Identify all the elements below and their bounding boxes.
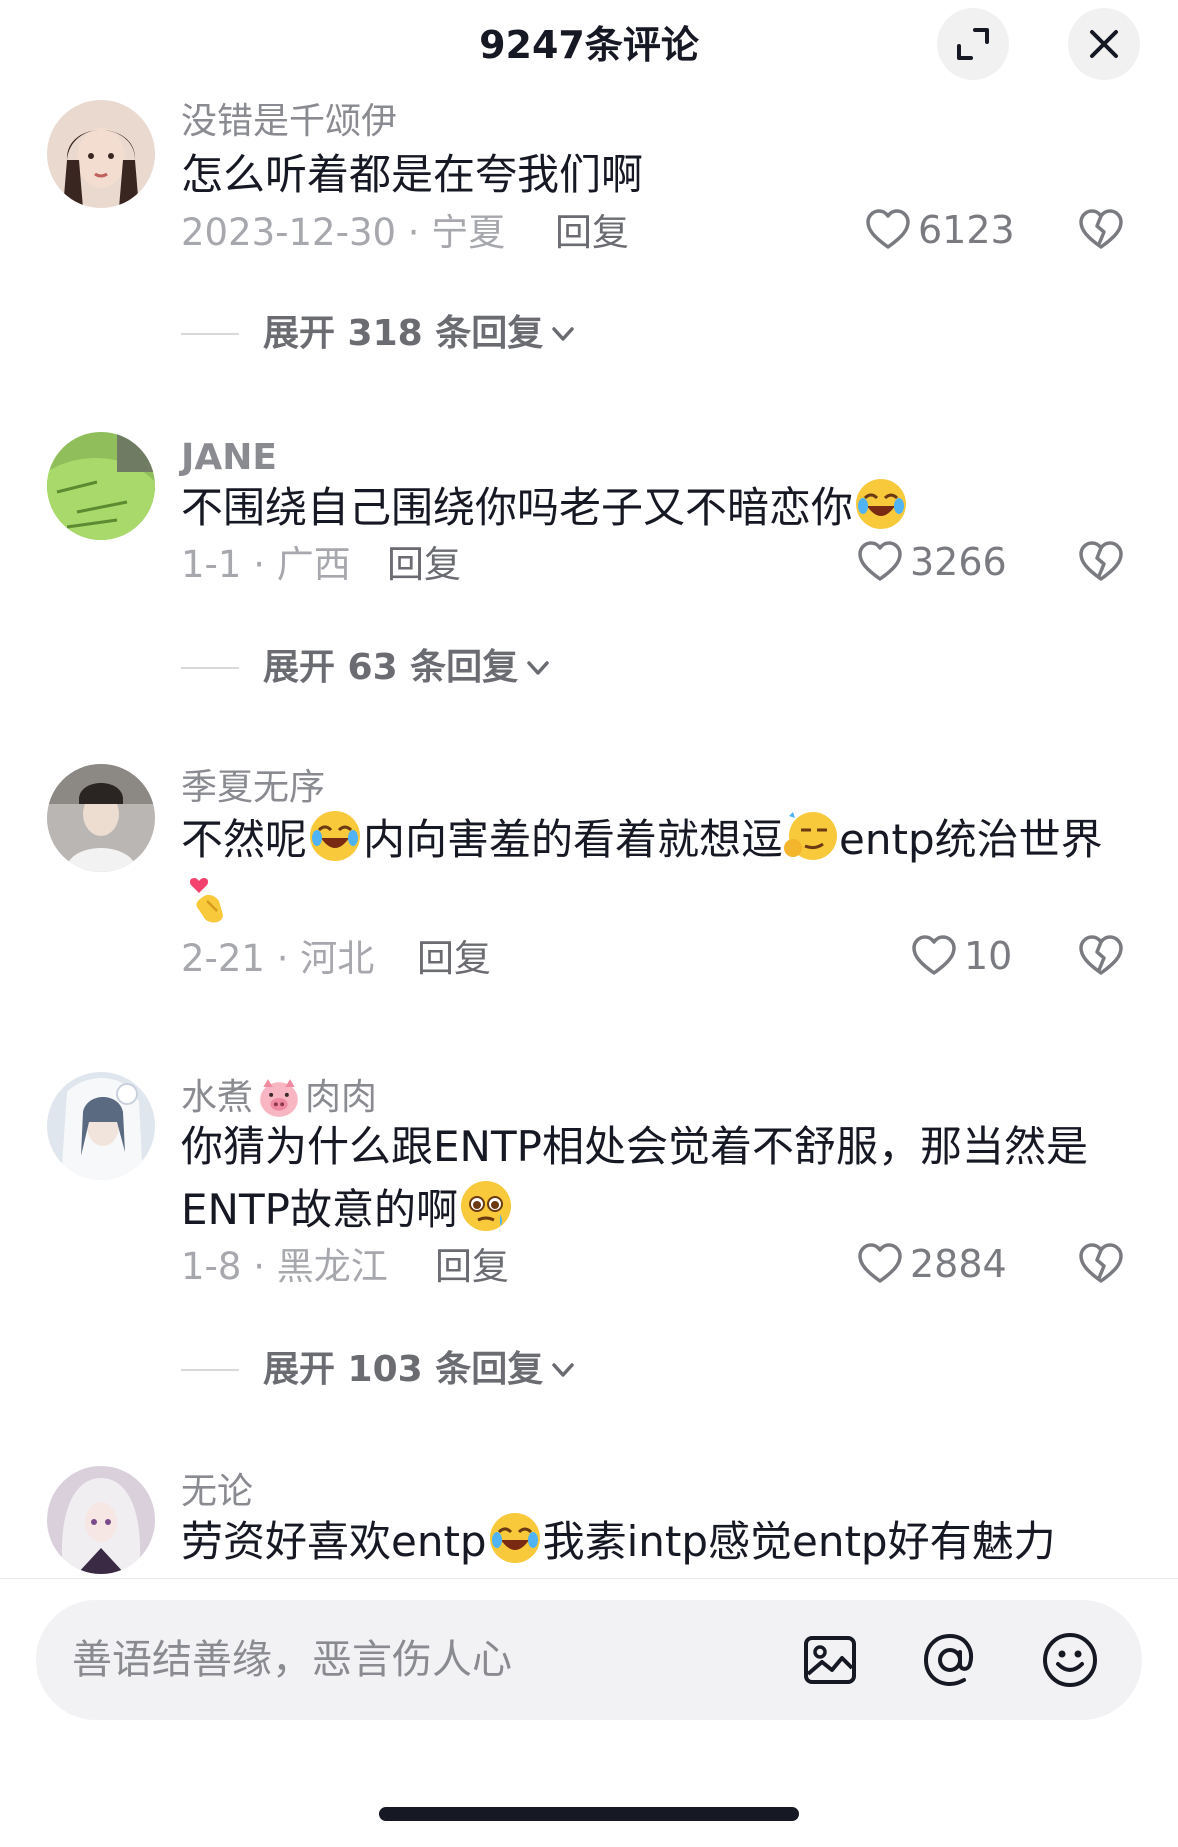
- comment-meta: 2023-12-30 · 宁夏: [181, 211, 506, 254]
- rofl-emoji-icon: [853, 476, 909, 532]
- rofl-emoji-icon: [487, 1510, 543, 1566]
- reply-button[interactable]: 回复: [555, 214, 629, 251]
- dislike-button[interactable]: [1077, 932, 1125, 984]
- username[interactable]: 水煮 肉肉: [181, 1076, 377, 1120]
- divider-line: [181, 1369, 239, 1371]
- dislike-button[interactable]: [1077, 538, 1125, 590]
- expand-button[interactable]: [937, 8, 1009, 80]
- like-button[interactable]: 10: [910, 932, 1012, 980]
- username[interactable]: 无论: [181, 1474, 253, 1510]
- broken-heart-icon: [1077, 932, 1125, 980]
- chevron-down-icon: [524, 654, 552, 682]
- comment-text-part: 不然呢: [181, 815, 308, 864]
- avatar[interactable]: [47, 432, 155, 540]
- like-count: 6123: [918, 208, 1015, 252]
- comment-text: 你猜为什么跟ENTP相处会觉着不舒服，那当然是ENTP故意的啊: [181, 1116, 1121, 1241]
- comment-text: 不然呢 内向害羞的看着就想逗 entp统治世界: [181, 808, 1121, 934]
- comment-input-bar[interactable]: 善语结善缘，恶言伤人心: [36, 1600, 1142, 1720]
- username[interactable]: JANE: [181, 440, 277, 476]
- close-button[interactable]: [1068, 8, 1140, 80]
- like-count: 3266: [910, 540, 1007, 584]
- comment-meta: 1-1 · 广西: [181, 543, 351, 586]
- expand-replies-label: 展开 318 条回复: [263, 313, 544, 354]
- expand-replies-label: 展开 63 条回复: [263, 647, 519, 688]
- username-part: 水煮: [181, 1077, 254, 1118]
- comment-input-placeholder[interactable]: 善语结善缘，恶言伤人心: [72, 1640, 512, 1680]
- avatar[interactable]: [47, 1466, 155, 1574]
- chevron-down-icon: [549, 320, 577, 348]
- like-count: 2884: [910, 1242, 1007, 1286]
- username[interactable]: 没错是千颂伊: [181, 104, 397, 140]
- heart-icon: [856, 538, 904, 586]
- expand-replies-button[interactable]: 展开 103 条回复: [181, 1352, 577, 1388]
- broken-heart-icon: [1077, 538, 1125, 586]
- comment-text-part: 你猜为什么跟ENTP相处会觉着不舒服，那当然是ENTP故意的啊: [181, 1122, 1088, 1234]
- chevron-down-icon: [549, 1356, 577, 1384]
- laugh-cry-emoji-icon: [307, 808, 363, 864]
- comment-text-part: 劳资好喜欢entp: [181, 1517, 487, 1566]
- reply-button[interactable]: 回复: [435, 1248, 509, 1285]
- avatar[interactable]: [47, 764, 155, 872]
- dislike-button[interactable]: [1077, 1240, 1125, 1292]
- comment-text: 不围绕自己围绕你吗老子又不暗恋你: [181, 476, 1121, 539]
- finger-heart-emoji-icon: [181, 871, 237, 927]
- comment-text-part: 不围绕自己围绕你吗老子又不暗恋你: [181, 483, 854, 532]
- avatar[interactable]: [47, 100, 155, 208]
- image-icon: [804, 1636, 856, 1684]
- comment-text: 劳资好喜欢entp 我素intp感觉entp好有魅力: [181, 1510, 1121, 1573]
- at-icon: [923, 1633, 973, 1687]
- username[interactable]: 季夏无序: [181, 770, 325, 806]
- emoji-button[interactable]: [1040, 1630, 1100, 1694]
- heart-icon: [864, 206, 912, 254]
- reply-button[interactable]: 回复: [417, 940, 491, 977]
- like-button[interactable]: 2884: [856, 1240, 1007, 1288]
- like-button[interactable]: 3266: [856, 538, 1007, 586]
- expand-replies-button[interactable]: 展开 318 条回复: [181, 316, 577, 352]
- emoji-icon: [1043, 1633, 1097, 1687]
- divider-line: [181, 667, 239, 669]
- comments-header: 9247条评论: [0, 0, 1178, 84]
- heart-icon: [856, 1240, 904, 1288]
- comment-list[interactable]: 没错是千颂伊 怎么听着都是在夸我们啊 2023-12-30 · 宁夏 回复 61…: [0, 84, 1178, 1578]
- username-part: 肉肉: [305, 1077, 378, 1118]
- comment-text-part: entp统治世界: [839, 815, 1103, 864]
- close-icon: [1090, 30, 1118, 58]
- comment-meta: 1-8 · 黑龙江: [181, 1245, 388, 1288]
- expand-replies-button[interactable]: 展开 63 条回复: [181, 650, 552, 686]
- comment-text-part: 内向害羞的看着就想逗: [363, 815, 784, 864]
- image-button[interactable]: [800, 1630, 860, 1694]
- like-count: 10: [964, 934, 1013, 978]
- expand-icon: [957, 28, 989, 60]
- reply-button[interactable]: 回复: [387, 546, 461, 583]
- heart-icon: [910, 932, 958, 980]
- avatar[interactable]: [47, 1072, 155, 1180]
- expand-replies-label: 展开 103 条回复: [263, 1349, 544, 1390]
- pleading-emoji-icon: [458, 1178, 514, 1234]
- broken-heart-icon: [1077, 206, 1125, 254]
- mention-button[interactable]: [920, 1630, 980, 1694]
- comment-text-part: 我素intp感觉entp好有魅力: [542, 1517, 1056, 1566]
- broken-heart-icon: [1077, 1240, 1125, 1288]
- pig-face-icon: [257, 1076, 301, 1120]
- home-indicator[interactable]: [379, 1807, 799, 1821]
- comment-meta: 2-21 · 河北: [181, 937, 375, 980]
- dislike-button[interactable]: [1077, 206, 1125, 258]
- like-button[interactable]: 6123: [864, 206, 1015, 254]
- input-divider: [0, 1578, 1178, 1579]
- comment-text: 怎么听着都是在夸我们啊: [181, 150, 644, 199]
- divider-line: [181, 333, 239, 335]
- smirk-emoji-icon: [783, 808, 839, 864]
